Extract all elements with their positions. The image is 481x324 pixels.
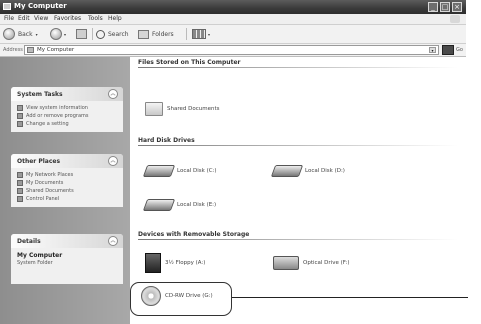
explorer-window: My Computer _ □ × File Edit View Favorit… bbox=[0, 0, 466, 324]
back-dropdown-icon: ▾ bbox=[35, 31, 38, 37]
group-divider bbox=[138, 145, 458, 146]
local-disk-d-item[interactable]: Local Disk (D:) bbox=[270, 165, 345, 177]
place-control-panel[interactable]: Control Panel bbox=[17, 195, 123, 203]
back-button[interactable]: Back ▾ bbox=[3, 27, 38, 41]
system-tasks-panel: System Tasks ︽ View system information A… bbox=[11, 87, 123, 132]
group-removable-header: Devices with Removable Storage bbox=[138, 231, 250, 238]
forward-arrow-icon bbox=[50, 28, 62, 40]
details-description: System Folder bbox=[17, 260, 53, 266]
shared-folder-icon bbox=[17, 188, 23, 194]
documents-folder-icon bbox=[17, 180, 23, 186]
address-input[interactable]: My Computer ▾ bbox=[24, 45, 439, 55]
collapse-chevron-icon[interactable]: ︽ bbox=[108, 89, 118, 99]
other-places-title: Other Places bbox=[17, 158, 61, 165]
computer-icon bbox=[27, 47, 34, 53]
address-dropdown-icon[interactable]: ▾ bbox=[429, 47, 436, 53]
menu-view[interactable]: View bbox=[34, 15, 48, 22]
window-title: My Computer bbox=[14, 2, 67, 10]
system-tasks-header[interactable]: System Tasks ︽ bbox=[11, 87, 123, 101]
floppy-a-item[interactable]: 3½ Floppy (A:) bbox=[145, 253, 205, 273]
place-my-network-places[interactable]: My Network Places bbox=[17, 171, 123, 179]
group-divider bbox=[138, 67, 458, 68]
group-files-header: Files Stored on This Computer bbox=[138, 59, 241, 66]
task-add-remove-programs[interactable]: Add or remove programs bbox=[17, 112, 123, 120]
place-shared-documents[interactable]: Shared Documents bbox=[17, 187, 123, 195]
control-panel-icon bbox=[17, 196, 23, 202]
floppy-drive-icon bbox=[145, 253, 161, 273]
add-remove-icon bbox=[17, 113, 23, 119]
close-button[interactable]: × bbox=[452, 2, 462, 12]
address-label: Address bbox=[3, 47, 23, 53]
folders-label: Folders bbox=[152, 30, 174, 38]
my-computer-icon bbox=[3, 3, 11, 10]
menu-tools[interactable]: Tools bbox=[88, 15, 103, 22]
group-divider bbox=[138, 239, 458, 240]
callout-line bbox=[232, 297, 468, 298]
collapse-chevron-icon[interactable]: ︽ bbox=[108, 236, 118, 246]
task-view-system-information[interactable]: View system information bbox=[17, 104, 123, 112]
control-panel-icon bbox=[17, 121, 23, 127]
back-arrow-icon bbox=[3, 28, 15, 40]
toolbar-separator bbox=[92, 28, 93, 40]
toolbar: Back ▾ ▾ Search Folders ▾ bbox=[0, 25, 466, 44]
address-bar: Address My Computer ▾ Go bbox=[0, 44, 466, 57]
go-button[interactable]: Go bbox=[456, 47, 463, 53]
other-places-panel: Other Places ︽ My Network Places My Docu… bbox=[11, 154, 123, 207]
menu-help[interactable]: Help bbox=[108, 15, 122, 22]
menu-edit[interactable]: Edit bbox=[18, 15, 30, 22]
menu-favorites[interactable]: Favorites bbox=[54, 15, 81, 22]
system-tasks-title: System Tasks bbox=[17, 91, 63, 98]
go-arrow-icon[interactable] bbox=[442, 45, 454, 55]
collapse-chevron-icon[interactable]: ︽ bbox=[108, 156, 118, 166]
maximize-button[interactable]: □ bbox=[440, 2, 450, 12]
details-title: Details bbox=[17, 238, 41, 245]
back-label: Back bbox=[18, 30, 33, 38]
details-name: My Computer bbox=[17, 252, 63, 259]
callout-highlight bbox=[130, 282, 232, 316]
minimize-button[interactable]: _ bbox=[428, 2, 438, 12]
views-icon bbox=[192, 29, 206, 39]
search-button[interactable]: Search bbox=[96, 27, 129, 41]
details-header[interactable]: Details ︽ bbox=[11, 234, 123, 248]
folders-icon bbox=[138, 29, 149, 39]
page-margin bbox=[466, 0, 481, 324]
forward-button[interactable]: ▾ bbox=[50, 27, 66, 41]
folders-button[interactable]: Folders bbox=[138, 27, 174, 41]
folder-icon bbox=[145, 102, 163, 116]
hard-disk-icon bbox=[270, 165, 304, 177]
place-my-documents[interactable]: My Documents bbox=[17, 179, 123, 187]
title-bar[interactable]: My Computer _ □ × bbox=[0, 0, 466, 14]
optical-drive-f-item[interactable]: Optical Drive (F:) bbox=[273, 256, 349, 270]
views-button[interactable]: ▾ bbox=[192, 27, 210, 41]
network-icon bbox=[17, 172, 23, 178]
details-panel: Details ︽ My Computer System Folder bbox=[11, 234, 123, 284]
windows-flag-icon bbox=[450, 15, 460, 23]
search-label: Search bbox=[108, 30, 129, 38]
address-value: My Computer bbox=[37, 47, 75, 53]
hard-disk-icon bbox=[142, 199, 176, 211]
up-folder-icon bbox=[76, 29, 87, 39]
forward-dropdown-icon: ▾ bbox=[64, 31, 67, 37]
toolbar-separator-2 bbox=[186, 28, 187, 40]
up-folder-button[interactable] bbox=[76, 27, 87, 41]
search-icon bbox=[96, 29, 105, 39]
system-info-icon bbox=[17, 105, 23, 111]
other-places-header[interactable]: Other Places ︽ bbox=[11, 154, 123, 168]
optical-drive-icon bbox=[273, 256, 299, 270]
menu-bar: File Edit View Favorites Tools Help bbox=[0, 14, 466, 25]
menu-file[interactable]: File bbox=[4, 15, 14, 22]
hard-disk-icon bbox=[142, 165, 176, 177]
group-hdd-header: Hard Disk Drives bbox=[138, 137, 195, 144]
local-disk-e-item[interactable]: Local Disk (E:) bbox=[142, 199, 216, 211]
local-disk-c-item[interactable]: Local Disk (C:) bbox=[142, 165, 217, 177]
views-dropdown-icon: ▾ bbox=[208, 31, 211, 37]
task-pane: System Tasks ︽ View system information A… bbox=[0, 57, 130, 324]
shared-documents-item[interactable]: Shared Documents bbox=[145, 102, 219, 116]
task-change-setting[interactable]: Change a setting bbox=[17, 120, 123, 128]
